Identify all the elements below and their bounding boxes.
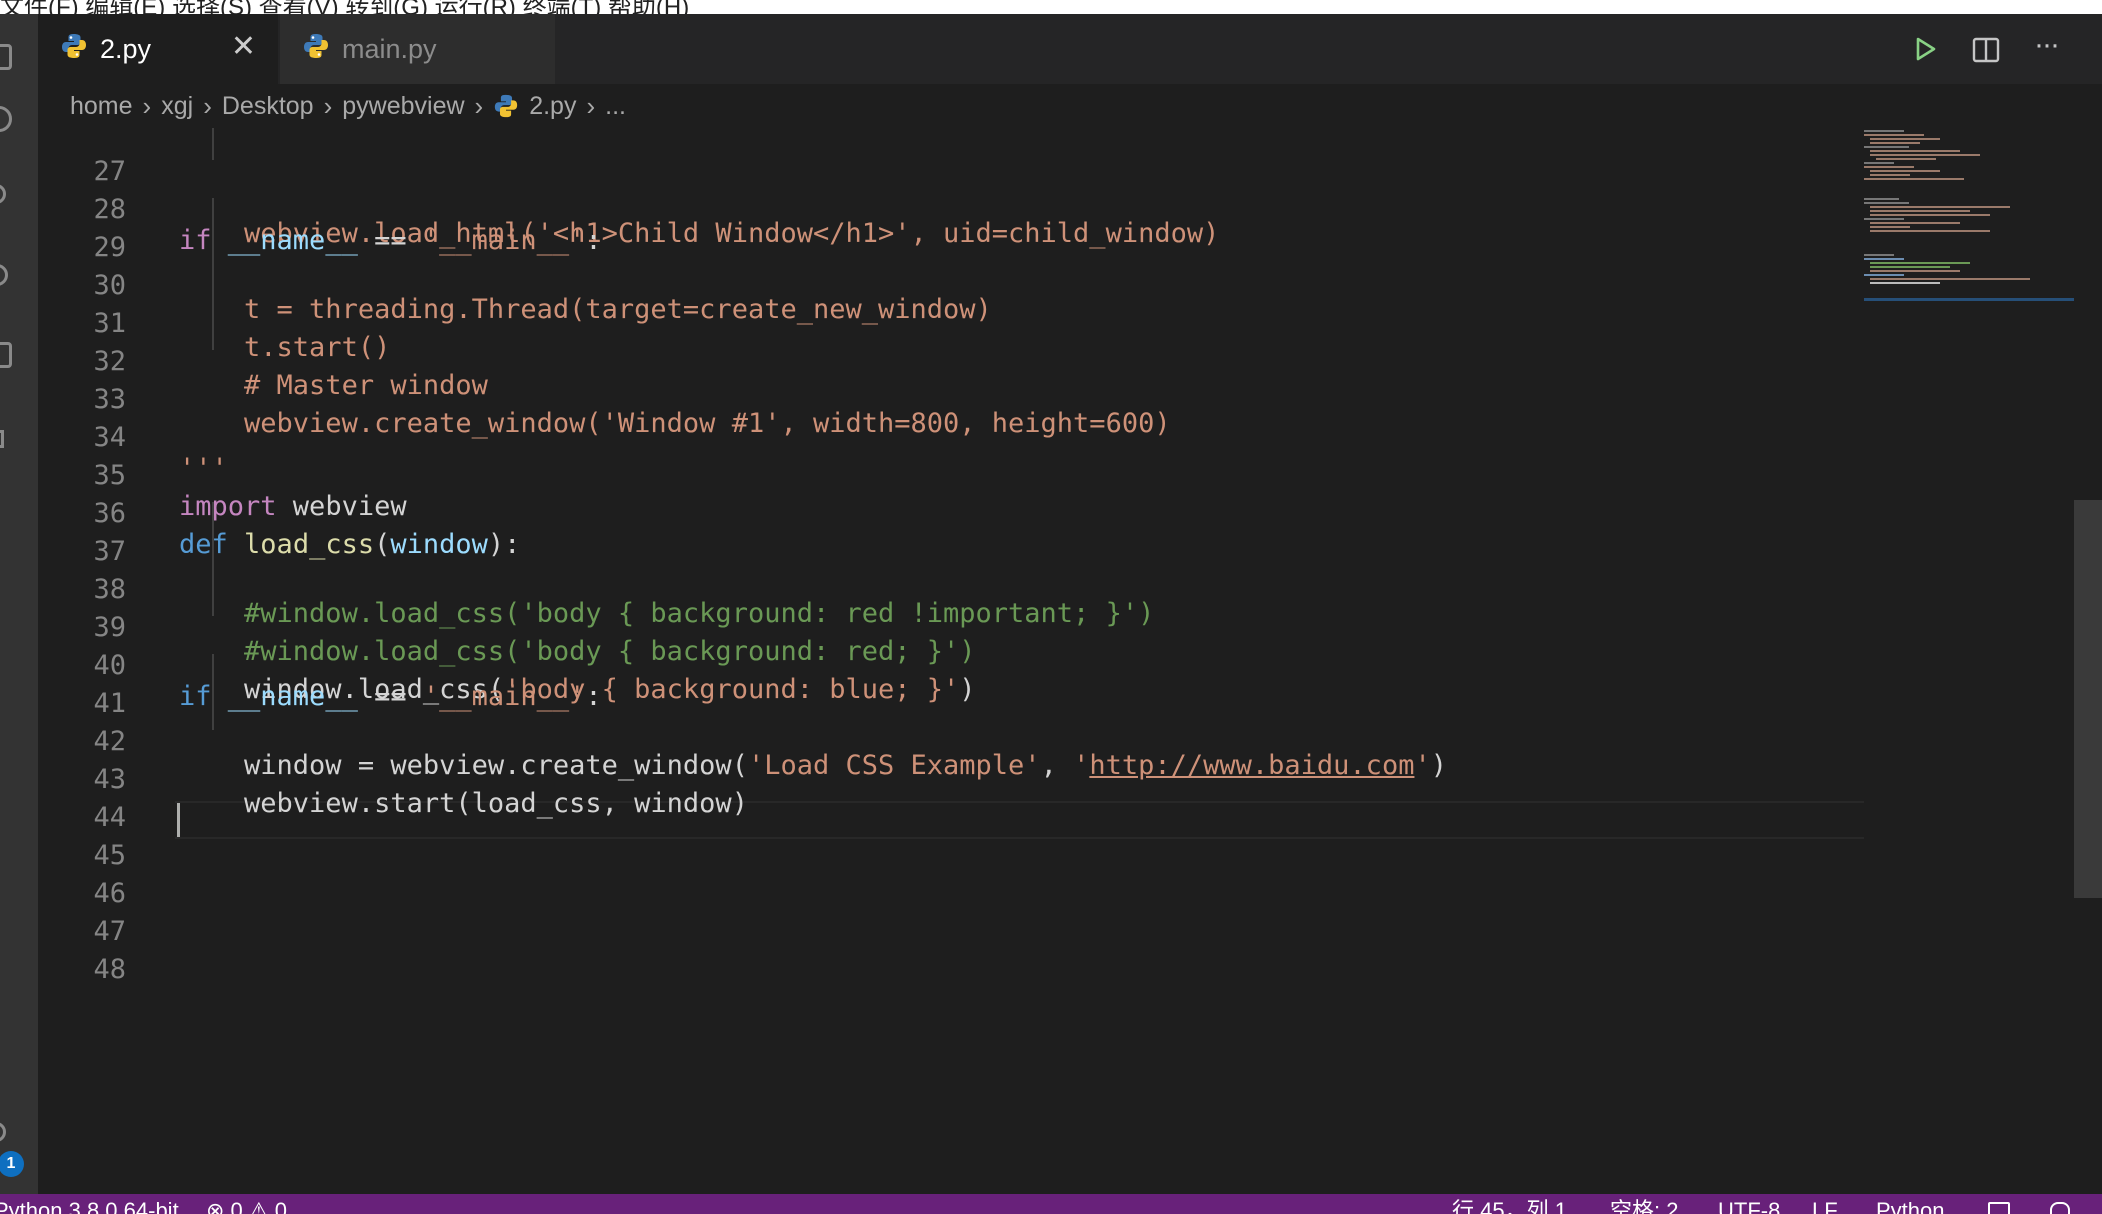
- code-line: 36 def load_css(window):: [38, 464, 1864, 560]
- code-line: 31 # Master window: [38, 274, 1864, 401]
- problems-count[interactable]: ⊗ 0 ⚠ 0: [206, 1198, 287, 1214]
- split-editor-icon[interactable]: [1972, 36, 2000, 69]
- code-line: 44: [38, 768, 1864, 833]
- notification-badge: 1: [0, 1151, 24, 1177]
- code-line: 37 #window.load_css('body { background: …: [38, 502, 1864, 629]
- code-line: 30 t.start(): [38, 236, 1864, 363]
- tab-2-py[interactable]: 2.py ✕: [38, 14, 278, 84]
- scrollbar-thumb[interactable]: [2074, 500, 2102, 898]
- accounts-icon[interactable]: [0, 1122, 6, 1142]
- python-interpreter[interactable]: Python 3.8.0 64-bit: [0, 1198, 179, 1214]
- status-bar: Python 3.8.0 64-bit ⊗ 0 ⚠ 0 行 45，列 1 空格:…: [0, 1194, 2102, 1214]
- source-control-icon[interactable]: [0, 184, 6, 204]
- chevron-right-icon: ›: [474, 90, 484, 121]
- run-debug-icon[interactable]: [0, 264, 8, 286]
- breadcrumb-item[interactable]: xgj: [161, 92, 193, 121]
- code-line: 42 webview.start(load_css, window): [38, 692, 1864, 819]
- menubar: 文件(F) 编辑(E) 选择(S) 查看(V) 转到(G) 运行(R) 终端(T…: [0, 0, 2102, 14]
- line-number: 48: [93, 954, 126, 985]
- code-line: 45: [38, 806, 1864, 871]
- code-editor[interactable]: 27 webview.load_html('<h1>Child Window</…: [38, 128, 1864, 1194]
- code-line: 39 window.load_css('body { background: b…: [38, 578, 1864, 705]
- python-file-icon: [493, 93, 519, 119]
- code-line: 43: [38, 730, 1864, 795]
- code-line: 35 import webview: [38, 426, 1864, 522]
- indent-guide: [212, 198, 214, 236]
- indent-guide: [212, 654, 214, 692]
- code-line: 38 #window.load_css('body { background: …: [38, 540, 1864, 667]
- more-actions-icon[interactable]: ···: [2034, 28, 2060, 62]
- tab-label: 2.py: [100, 33, 152, 64]
- indent-guide: [212, 540, 214, 578]
- code-line: 33: [38, 350, 1864, 415]
- breadcrumb-item[interactable]: home: [70, 92, 133, 121]
- tab-main-py[interactable]: main.py: [280, 14, 555, 84]
- indent-guide: [212, 236, 214, 274]
- chevron-right-icon: ›: [323, 90, 333, 121]
- indent-guide: [212, 312, 214, 350]
- extensions-icon[interactable]: [0, 342, 12, 368]
- indent-guide: [212, 502, 214, 540]
- minimap[interactable]: [1864, 128, 2074, 1194]
- close-icon[interactable]: ✕: [231, 32, 256, 62]
- code-line: 46: [38, 844, 1864, 909]
- menubar-text[interactable]: 文件(F) 编辑(E) 选择(S) 查看(V) 转到(G) 运行(R) 终端(T…: [0, 0, 689, 14]
- indent-guide: [212, 274, 214, 312]
- play-icon[interactable]: [1912, 36, 1938, 67]
- indentation[interactable]: 空格: 2: [1610, 1198, 1678, 1214]
- code-line: 29 t = threading.Thread(target=create_ne…: [38, 198, 1864, 325]
- code-line: 34 ''': [38, 388, 1864, 484]
- breadcrumb-item[interactable]: 2.py: [529, 92, 576, 121]
- chevron-right-icon: ›: [203, 90, 212, 121]
- search-icon[interactable]: [0, 106, 12, 132]
- language-mode[interactable]: Python: [1876, 1198, 1945, 1214]
- bell-icon[interactable]: [2050, 1202, 2070, 1214]
- indent-guide: [212, 578, 214, 616]
- explorer-icon[interactable]: [0, 44, 12, 70]
- python-file-icon: [302, 32, 330, 67]
- cursor-position[interactable]: 行 45，列 1: [1452, 1198, 1567, 1214]
- code-line: 48: [38, 920, 1864, 985]
- encoding[interactable]: UTF-8: [1718, 1198, 1780, 1214]
- vertical-scrollbar[interactable]: [2074, 128, 2102, 1194]
- code-line: 40 if __name__ == '__main__':: [38, 616, 1864, 712]
- breadcrumb-item[interactable]: ...: [605, 92, 626, 121]
- code-line: 32 webview.create_window('Window #1', wi…: [38, 312, 1864, 439]
- tab-label: main.py: [342, 33, 437, 64]
- indent-guide: [212, 128, 214, 160]
- breadcrumb: home › xgj › Desktop › pywebview › 2.py …: [38, 84, 2078, 128]
- activity-bar: 1: [0, 14, 38, 1194]
- breadcrumb-item[interactable]: pywebview: [342, 92, 464, 121]
- end-of-line[interactable]: LF: [1812, 1198, 1838, 1214]
- feedback-icon[interactable]: [1988, 1202, 2010, 1214]
- code-line: 27 webview.load_html('<h1>Child Window</…: [38, 128, 1864, 249]
- tab-bar: 2.py ✕ main.py ···: [38, 14, 2102, 84]
- chevron-right-icon: ›: [586, 90, 596, 121]
- python-file-icon: [60, 32, 88, 67]
- chevron-right-icon: ›: [142, 90, 152, 121]
- code-line: 28 if __name__ == '__main__':: [38, 160, 1864, 256]
- indent-guide: [212, 692, 214, 730]
- breadcrumb-item[interactable]: Desktop: [222, 92, 314, 121]
- code-line: 47: [38, 882, 1864, 947]
- testing-icon[interactable]: [0, 430, 4, 448]
- code-line: 41 window = webview.create_window('Load …: [38, 654, 1864, 781]
